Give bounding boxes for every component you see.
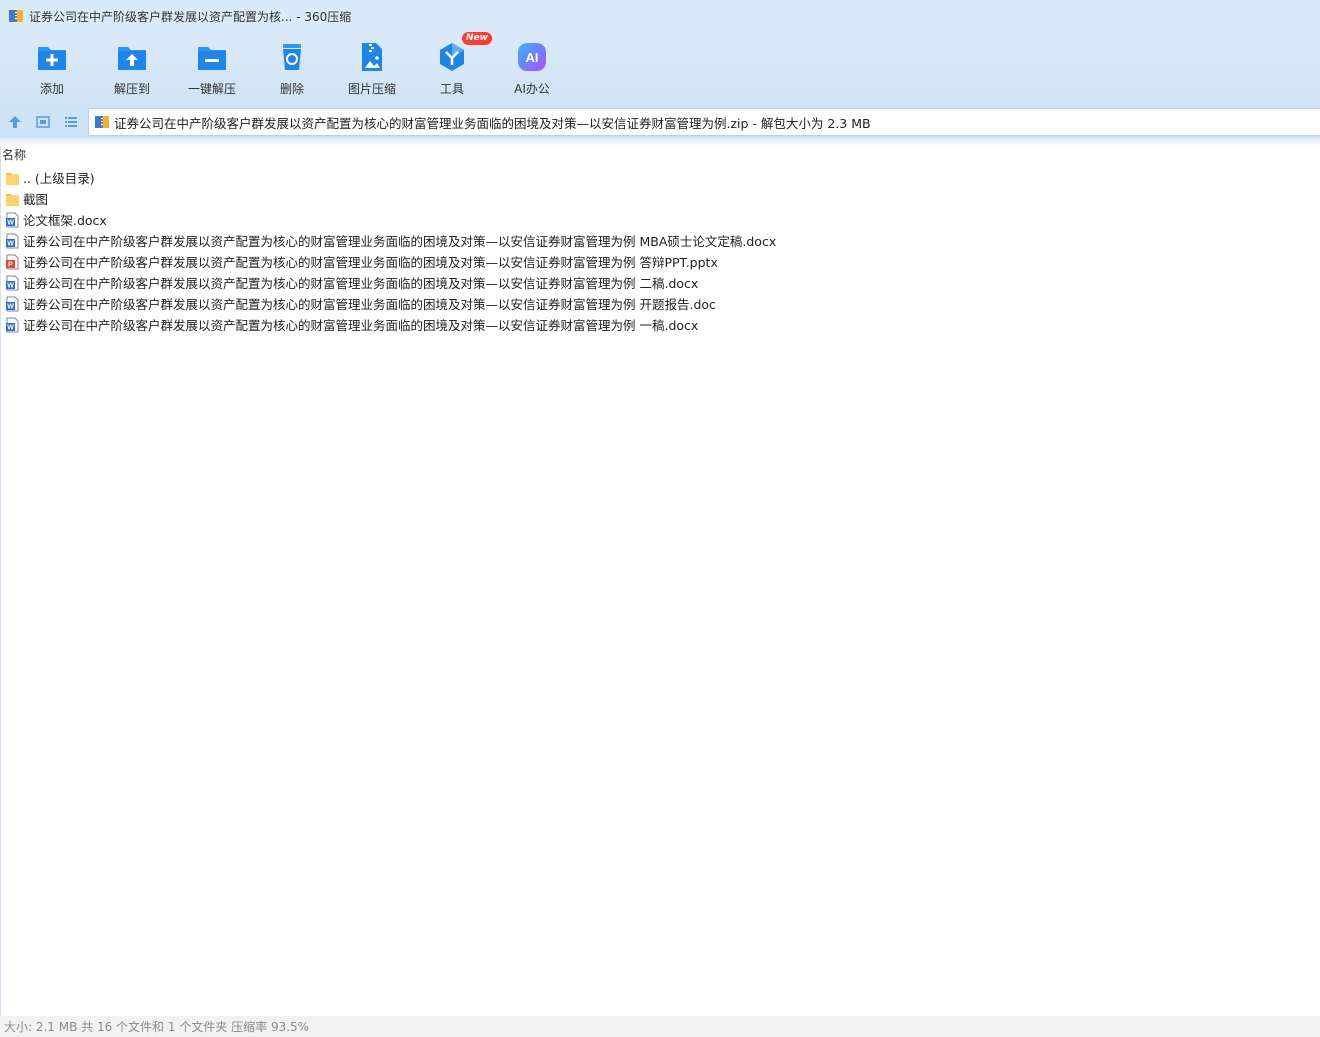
folder-icon (6, 193, 19, 206)
tool-label: 删除 (279, 82, 304, 96)
list-item-file[interactable]: W 证券公司在中产阶级客户群发展以资产配置为核心的财富管理业务面临的困境及对策—… (0, 314, 1320, 335)
file-name: 证券公司在中产阶级客户群发展以资产配置为核心的财富管理业务面临的困境及对策—以安… (23, 297, 716, 312)
address-bar: 证券公司在中产阶级客户群发展以资产配置为核心的财富管理业务面临的困境及对策—以安… (0, 106, 1320, 138)
svg-text:AI: AI (526, 50, 539, 65)
up-level-button[interactable] (2, 108, 28, 136)
add-button[interactable]: 添加 (12, 32, 92, 106)
one-click-extract-icon (198, 47, 226, 70)
list-view-button[interactable] (58, 108, 84, 136)
tool-label: AI办公 (514, 82, 550, 96)
svg-text:W: W (7, 324, 14, 331)
file-list: .. (上级目录) 截图 W 论文框架.docx W 证券公司在中产阶级客户群发… (0, 167, 1320, 335)
status-bar: 大小: 2.1 MB 共 16 个文件和 1 个文件夹 压缩率 93.5% (0, 1016, 1320, 1037)
add-icon (38, 47, 66, 70)
tool-label: 图片压缩 (347, 82, 396, 96)
svg-text:P: P (8, 261, 13, 268)
window-title: 证券公司在中产阶级客户群发展以资产配置为核... - 360压缩 (29, 9, 352, 24)
status-text: 大小: 2.1 MB 共 16 个文件和 1 个文件夹 压缩率 93.5% (4, 1020, 310, 1034)
toolbar: 添加 解压到 一键解压 删除 图片压缩 New 工具 AI AI办公 (0, 32, 1320, 106)
thumbnail-view-button[interactable] (30, 108, 56, 136)
title-bar: 证券公司在中产阶级客户群发展以资产配置为核... - 360压缩 (0, 0, 1320, 32)
file-name: 证券公司在中产阶级客户群发展以资产配置为核心的财富管理业务面临的困境及对策—以安… (23, 318, 699, 333)
thumbnail-view-icon (36, 116, 50, 128)
tools-button[interactable]: New 工具 (412, 32, 492, 106)
file-name: .. (上级目录) (23, 171, 95, 186)
column-header-name[interactable]: 名称 (0, 146, 26, 164)
file-name: 证券公司在中产阶级客户群发展以资产配置为核心的财富管理业务面临的困境及对策—以安… (23, 276, 699, 291)
tools-icon (440, 43, 464, 71)
one-click-extract-button[interactable]: 一键解压 (172, 32, 252, 106)
list-view-icon (65, 117, 77, 127)
delete-icon (283, 44, 301, 70)
list-item-file[interactable]: W 证券公司在中产阶级客户群发展以资产配置为核心的财富管理业务面临的困境及对策—… (0, 293, 1320, 314)
extract-to-button[interactable]: 解压到 (92, 32, 172, 106)
word-doc-icon: W (6, 212, 19, 227)
word-doc-icon: W (6, 233, 19, 248)
tool-label: 解压到 (113, 82, 150, 96)
list-item-file[interactable]: W 证券公司在中产阶级客户群发展以资产配置为核心的财富管理业务面临的困境及对策—… (0, 230, 1320, 251)
powerpoint-icon: P (6, 254, 19, 269)
divider (0, 138, 1320, 146)
list-item-file[interactable]: W 证券公司在中产阶级客户群发展以资产配置为核心的财富管理业务面临的困境及对策—… (0, 272, 1320, 293)
svg-text:W: W (7, 240, 14, 247)
word-doc-icon: W (6, 317, 19, 332)
arrow-up-icon (9, 116, 21, 128)
file-name: 论文框架.docx (23, 213, 107, 228)
new-badge: New (462, 32, 492, 45)
ai-office-icon: AI (518, 43, 546, 71)
image-compress-icon (362, 43, 382, 71)
tool-label: 一键解压 (187, 82, 236, 96)
svg-text:W: W (7, 219, 14, 226)
zip-archive-icon (8, 8, 24, 24)
svg-text:W: W (7, 282, 14, 289)
list-item-parent-folder[interactable]: .. (上级目录) (0, 167, 1320, 188)
list-item-file[interactable]: P 证券公司在中产阶级客户群发展以资产配置为核心的财富管理业务面临的困境及对策—… (0, 251, 1320, 272)
file-name: 截图 (23, 192, 49, 207)
file-name: 证券公司在中产阶级客户群发展以资产配置为核心的财富管理业务面临的困境及对策—以安… (23, 255, 718, 270)
extract-to-icon (118, 47, 146, 70)
delete-button[interactable]: 删除 (252, 32, 332, 106)
path-field[interactable]: 证券公司在中产阶级客户群发展以资产配置为核心的财富管理业务面临的困境及对策—以安… (88, 108, 1320, 136)
word-doc-icon: W (6, 275, 19, 290)
archive-path: 证券公司在中产阶级客户群发展以资产配置为核心的财富管理业务面临的困境及对策—以安… (114, 115, 871, 131)
ai-office-button[interactable]: AI AI办公 (492, 32, 572, 106)
list-item-folder[interactable]: 截图 (0, 188, 1320, 209)
zip-archive-icon (95, 116, 109, 128)
image-compress-button[interactable]: 图片压缩 (332, 32, 412, 106)
tool-label: 工具 (439, 82, 464, 96)
list-item-file[interactable]: W 论文框架.docx (0, 209, 1320, 230)
folder-icon (6, 172, 19, 185)
word-doc-icon: W (6, 296, 19, 311)
tool-label: 添加 (39, 82, 64, 96)
file-name: 证券公司在中产阶级客户群发展以资产配置为核心的财富管理业务面临的困境及对策—以安… (23, 234, 777, 249)
svg-text:W: W (7, 303, 14, 310)
